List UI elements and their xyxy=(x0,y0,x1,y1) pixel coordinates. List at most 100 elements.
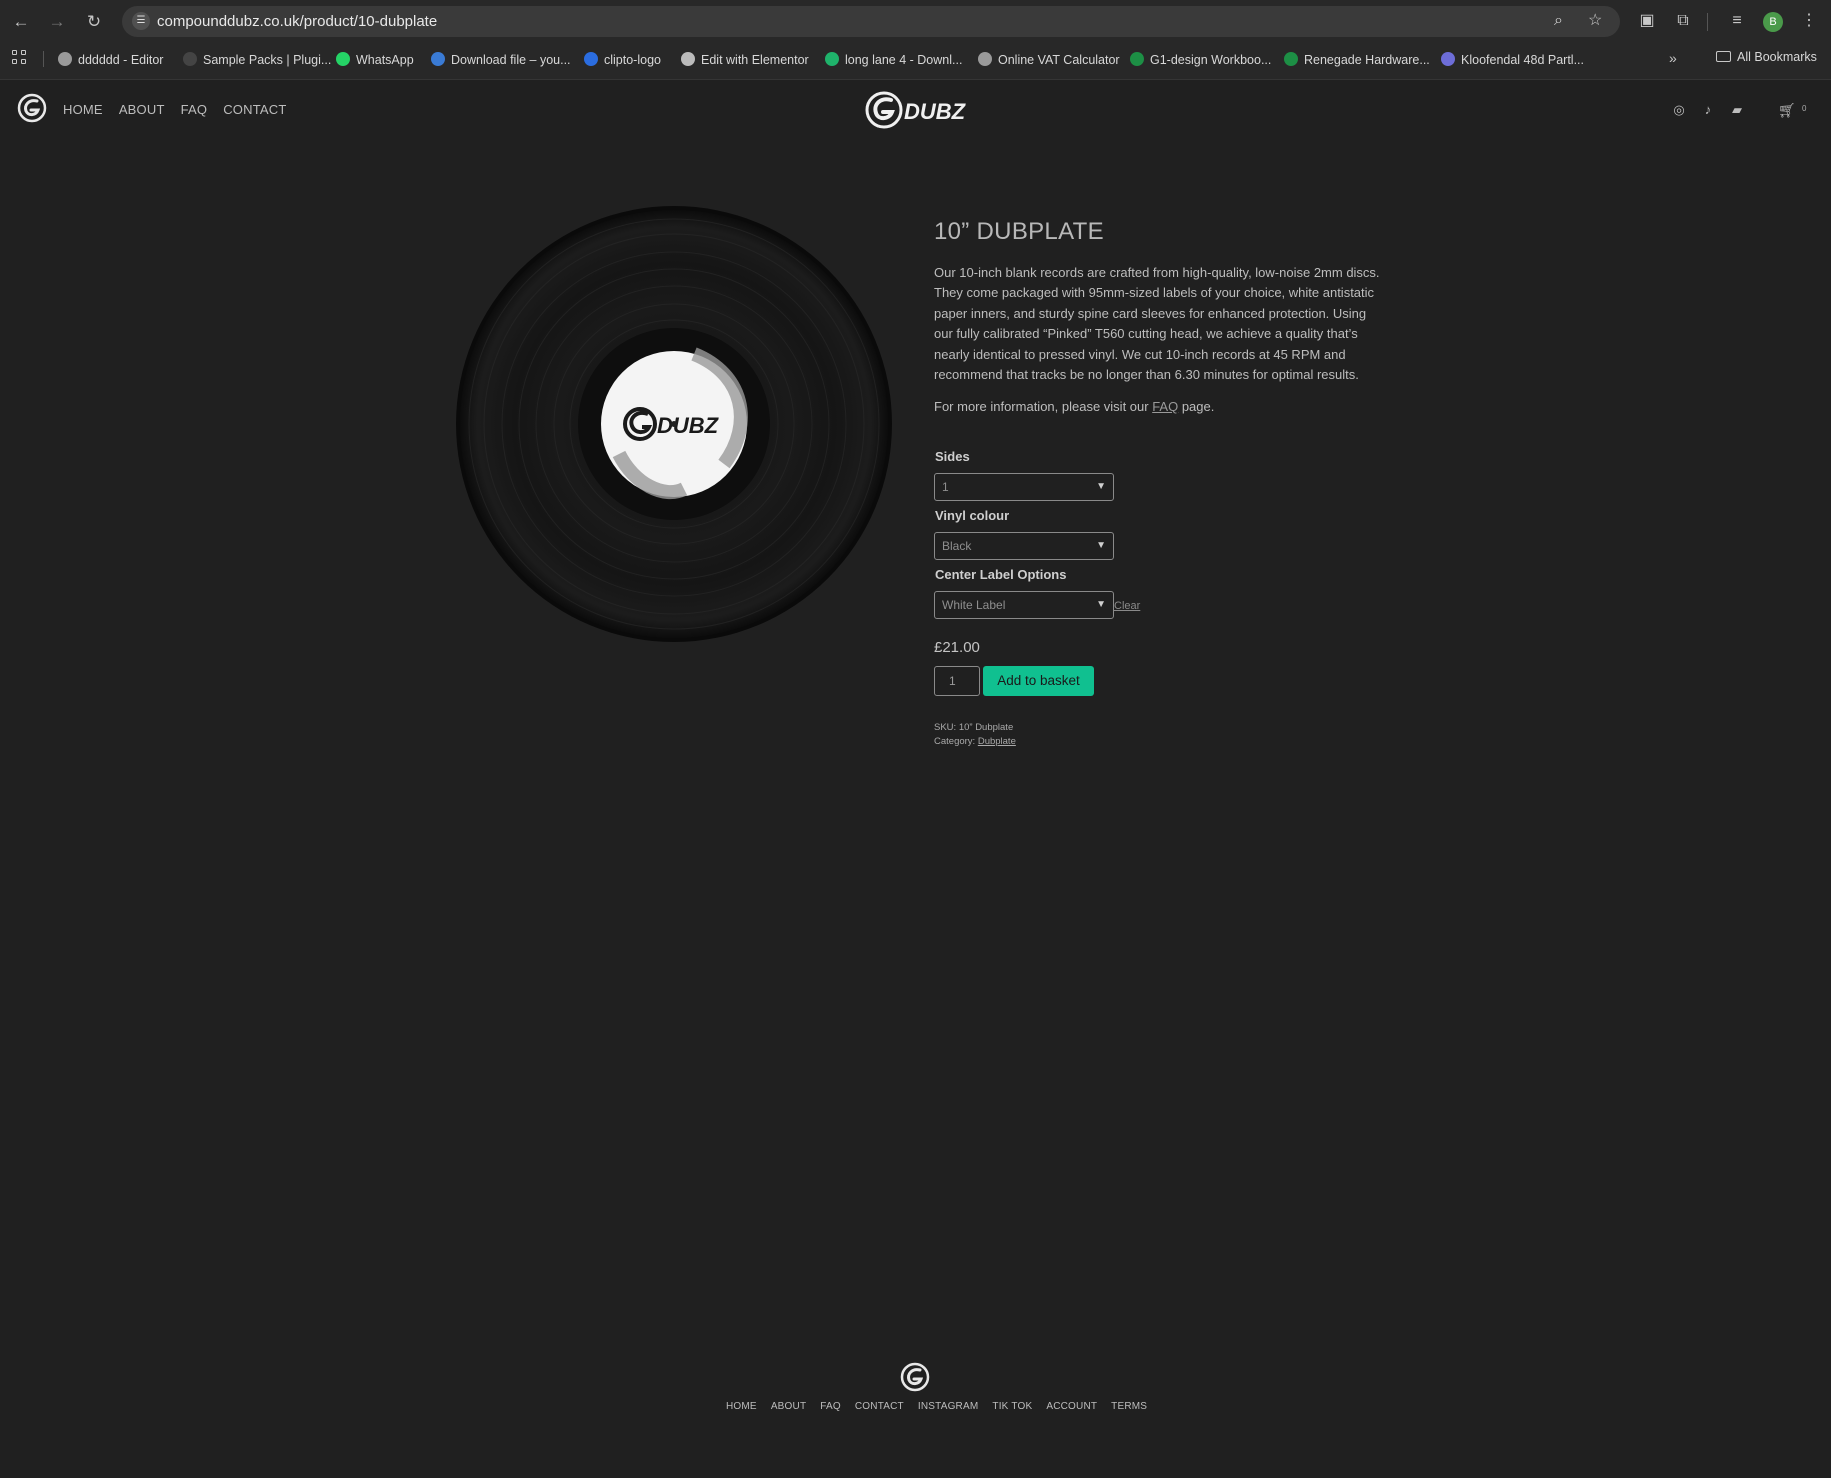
sku-value: 10” Dubplate xyxy=(958,722,1014,733)
center-label-value: White Label xyxy=(942,598,1006,612)
bookmark-item[interactable]: Download file – you... xyxy=(431,50,571,70)
site-info-icon[interactable]: ☰ xyxy=(132,12,150,30)
more-info-prefix: For more information, please visit our xyxy=(934,399,1153,414)
reload-icon[interactable]: ↻ xyxy=(82,10,106,34)
footer-about[interactable]: ABOUT xyxy=(771,1401,806,1412)
chevron-down-icon: ▼ xyxy=(1096,540,1106,551)
bookmark-label: dddddd - Editor xyxy=(78,53,164,67)
bookmark-item[interactable]: Edit with Elementor xyxy=(681,50,809,70)
bandcamp-icon[interactable]: ▰ xyxy=(1729,102,1745,118)
all-bookmarks-button[interactable]: All Bookmarks xyxy=(1716,50,1817,64)
more-info-text: For more information, please visit our F… xyxy=(934,399,1214,414)
instagram-icon[interactable]: ◎ xyxy=(1671,102,1687,118)
all-bookmarks-label: All Bookmarks xyxy=(1737,50,1817,64)
nav-contact[interactable]: CONTACT xyxy=(223,102,286,117)
footer-terms[interactable]: TERMS xyxy=(1111,1401,1147,1412)
bookmark-favicon-icon xyxy=(58,52,72,66)
sides-select[interactable]: 1 ▼ xyxy=(934,473,1114,501)
bookmark-label: Kloofendal 48d Partl... xyxy=(1461,53,1584,67)
bookmark-label: G1-design Workboo... xyxy=(1150,53,1272,67)
product-description: Our 10-inch blank records are crafted fr… xyxy=(934,265,1380,383)
bookmark-item[interactable]: long lane 4 - Downl... xyxy=(825,50,962,70)
tiktok-icon[interactable]: ♪ xyxy=(1700,102,1716,118)
bookmark-favicon-icon xyxy=(1441,52,1455,66)
main-nav: HOME ABOUT FAQ CONTACT xyxy=(63,102,286,117)
media-queue-icon[interactable]: ≡ xyxy=(1726,11,1748,31)
browser-menu-icon[interactable]: ⋮ xyxy=(1798,11,1820,31)
vinyl-colour-value: Black xyxy=(942,539,972,553)
product-sku: SKU: 10” Dubplate xyxy=(934,722,1013,733)
address-bar[interactable]: ☰ compounddubz.co.uk/product/10-dubplate… xyxy=(122,6,1620,37)
bookmark-item[interactable]: clipto-logo xyxy=(584,50,661,70)
footer-home[interactable]: HOME xyxy=(726,1401,757,1412)
svg-text:DUBZ: DUBZ xyxy=(904,99,967,124)
browser-chrome: ← → ↻ ☰ compounddubz.co.uk/product/10-du… xyxy=(0,0,1831,80)
site-logo-icon[interactable] xyxy=(17,93,47,123)
footer-tiktok[interactable]: TIK TOK xyxy=(992,1401,1032,1412)
bookmark-favicon-icon xyxy=(978,52,992,66)
footer-contact[interactable]: CONTACT xyxy=(855,1401,904,1412)
more-bookmarks-icon[interactable]: » xyxy=(1669,50,1677,66)
bookmark-item[interactable]: WhatsApp xyxy=(336,50,414,70)
sku-label: SKU: xyxy=(934,722,957,733)
browser-toolbar: ← → ↻ ☰ compounddubz.co.uk/product/10-du… xyxy=(0,0,1831,43)
extensions-icon[interactable]: ⧉ xyxy=(1672,11,1694,31)
nav-about[interactable]: ABOUT xyxy=(119,102,165,117)
bookmark-favicon-icon xyxy=(1284,52,1298,66)
more-info-suffix: page. xyxy=(1178,399,1215,414)
label-logo-text: DUBZ xyxy=(657,413,720,438)
forward-arrow-icon[interactable]: → xyxy=(45,10,69,34)
cart-count: 0 xyxy=(1802,104,1807,113)
vinyl-colour-select[interactable]: Black ▼ xyxy=(934,532,1114,560)
bookmark-item[interactable]: dddddd - Editor xyxy=(58,50,163,70)
footer-nav: HOME ABOUT FAQ CONTACT INSTAGRAM TIK TOK… xyxy=(726,1401,1147,1412)
sides-label: Sides xyxy=(935,449,970,464)
add-to-basket-button[interactable]: Add to basket xyxy=(983,666,1094,696)
category-link[interactable]: Dubplate xyxy=(978,736,1016,747)
product-title: 10” DUBPLATE xyxy=(934,218,1104,245)
footer-logo-icon[interactable] xyxy=(900,1362,930,1392)
footer-faq[interactable]: FAQ xyxy=(820,1401,841,1412)
nav-home[interactable]: HOME xyxy=(63,102,103,117)
chevron-down-icon: ▼ xyxy=(1096,481,1106,492)
bookmark-favicon-icon xyxy=(584,52,598,66)
chevron-down-icon: ▼ xyxy=(1096,599,1106,610)
bookmark-item[interactable]: Renegade Hardware... xyxy=(1284,50,1430,70)
bookmark-favicon-icon xyxy=(431,52,445,66)
bookmark-label: Sample Packs | Plugi... xyxy=(203,53,332,67)
zoom-icon[interactable]: ⌕ xyxy=(1554,12,1563,30)
bookmark-label: WhatsApp xyxy=(356,53,414,67)
extension-puzzle-icon[interactable]: ▣ xyxy=(1636,11,1658,31)
bookmark-label: Online VAT Calculator xyxy=(998,53,1120,67)
folder-icon xyxy=(1716,51,1731,62)
footer-account[interactable]: ACCOUNT xyxy=(1046,1401,1097,1412)
nav-faq[interactable]: FAQ xyxy=(181,102,208,117)
cart-icon[interactable]: 🛒︎ xyxy=(1778,102,1796,118)
bookmark-favicon-icon xyxy=(825,52,839,66)
bookmark-label: Edit with Elementor xyxy=(701,53,809,67)
footer-instagram[interactable]: INSTAGRAM xyxy=(918,1401,979,1412)
quantity-input[interactable]: 1 xyxy=(934,666,980,696)
bookmark-item[interactable]: Online VAT Calculator xyxy=(978,50,1120,70)
vinyl-colour-label: Vinyl colour xyxy=(935,508,1010,523)
product-price: £21.00 xyxy=(934,639,980,656)
bookmark-favicon-icon xyxy=(336,52,350,66)
product-image[interactable]: DUBZ xyxy=(454,204,894,644)
url-text[interactable]: compounddubz.co.uk/product/10-dubplate xyxy=(157,13,437,30)
bookmark-item[interactable]: G1-design Workboo... xyxy=(1130,50,1271,70)
category-label: Category: xyxy=(934,736,976,747)
back-arrow-icon[interactable]: ← xyxy=(9,10,33,34)
profile-avatar[interactable]: B xyxy=(1763,12,1783,32)
bookmark-label: clipto-logo xyxy=(604,53,661,67)
bookmark-favicon-icon xyxy=(183,52,197,66)
center-label-options-label: Center Label Options xyxy=(935,567,1067,582)
bookmark-label: Download file – you... xyxy=(451,53,571,67)
bookmark-item[interactable]: Kloofendal 48d Partl... xyxy=(1441,50,1584,70)
bookmark-favicon-icon xyxy=(1130,52,1144,66)
compound-dubz-logo[interactable]: DUBZ xyxy=(864,90,970,130)
clear-options-link[interactable]: Clear xyxy=(1114,600,1140,612)
center-label-select[interactable]: White Label ▼ xyxy=(934,591,1114,619)
bookmark-star-icon[interactable]: ☆ xyxy=(1588,12,1602,30)
faq-link[interactable]: FAQ xyxy=(1152,399,1178,414)
bookmark-item[interactable]: Sample Packs | Plugi... xyxy=(183,50,331,70)
